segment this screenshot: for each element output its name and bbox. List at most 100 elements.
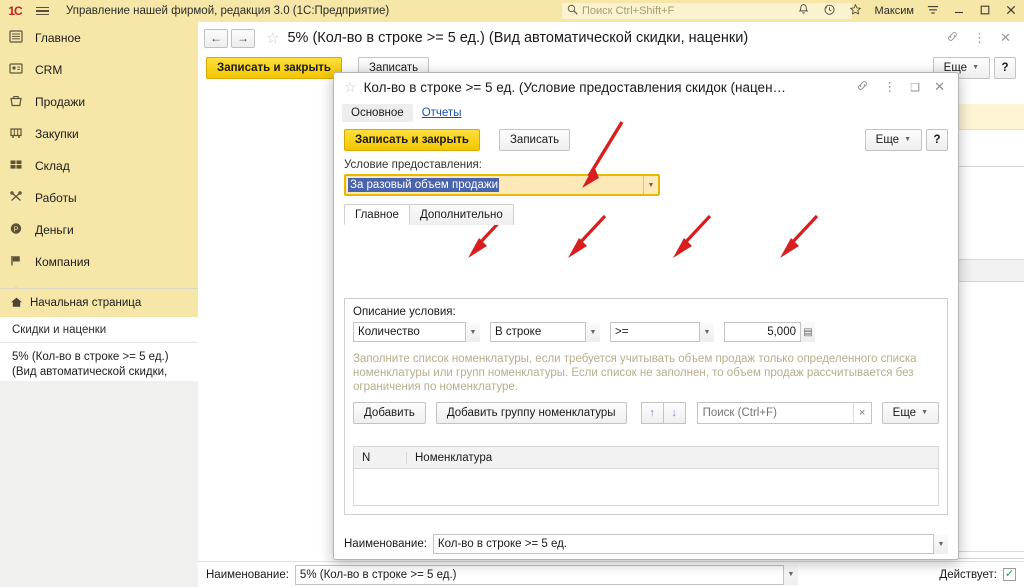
dialog-tabs: Основное Отчеты <box>334 101 958 125</box>
chevron-down-icon[interactable]: ▼ <box>585 322 600 342</box>
calculator-icon[interactable]: ▤ <box>800 322 815 342</box>
home-icon <box>10 296 30 311</box>
app-title: Управление нашей фирмой, редакция 3.0 (1… <box>66 5 390 17</box>
dialog-sub-tabs: Главное Дополнительно <box>344 204 958 225</box>
condition-label: Условие предоставления: <box>344 159 482 171</box>
nomenclature-search-input[interactable]: × <box>696 402 872 424</box>
user-name-label[interactable]: Максим <box>868 5 920 17</box>
nomenclature-search-field[interactable] <box>697 406 853 420</box>
works-tools-icon <box>9 190 35 206</box>
sidebar-item-crm[interactable]: CRM <box>0 54 198 86</box>
document-name-dropdown-icon[interactable]: ▼ <box>782 564 798 585</box>
sidebar-section-label[interactable]: Скидки и наценки <box>0 317 198 343</box>
sidebar: Главное CRM Продажи Закупки Склад Работы… <box>0 22 198 587</box>
chevron-down-icon[interactable]: ▼ <box>643 176 658 194</box>
sidebar-item-home[interactable]: Начальная страница <box>0 289 198 317</box>
sidebar-home-label: Начальная страница <box>30 297 142 309</box>
chevron-down-icon: ▼ <box>972 64 979 71</box>
scope-select[interactable]: В строке ▼ <box>490 322 600 342</box>
dialog-save-button[interactable]: Записать <box>498 129 571 151</box>
sub-tab-main[interactable]: Главное <box>344 204 410 225</box>
active-label: Действует: <box>939 568 997 581</box>
dialog-bottom-bar: Наименование: Кол-во в строке >= 5 ед. ▼ <box>334 529 958 559</box>
warehouse-grid-icon <box>9 158 35 174</box>
nomenclature-move-down-button[interactable]: ↓ <box>662 402 686 424</box>
help-button[interactable]: ? <box>994 57 1016 79</box>
nav-back-button[interactable]: ← <box>204 28 228 48</box>
add-nomenclature-group-button[interactable]: Добавить группу номенклатуры <box>435 402 627 424</box>
sidebar-item-label: Склад <box>35 159 70 173</box>
bell-icon[interactable] <box>790 3 816 19</box>
condition-dialog: ☆ Кол-во в строке >= 5 ед. (Условие пред… <box>333 72 959 560</box>
description-label: Описание условия: <box>353 306 456 318</box>
operator-select[interactable]: >= ▼ <box>610 322 714 342</box>
document-name-input[interactable]: 5% (Кол-во в строке >= 5 ед.) <box>294 564 783 585</box>
minimize-button[interactable] <box>946 4 972 19</box>
nomenclature-move-up-button[interactable]: ↑ <box>640 402 664 424</box>
app-logo-icon[interactable]: 1C <box>0 4 30 18</box>
more-menu-icon[interactable]: ⋮ <box>966 30 993 46</box>
sidebar-item-main[interactable]: Главное <box>0 22 198 54</box>
document-title-bar: ← → ☆ 5% (Кол-во в строке >= 5 ед.) (Вид… <box>198 22 1024 54</box>
dialog-toolbar-right: Еще ▼ ? <box>864 129 948 151</box>
dialog-favorite-star-icon[interactable]: ☆ <box>344 79 357 96</box>
sidebar-item-label: Деньги <box>35 223 74 237</box>
sidebar-item-money[interactable]: Р Деньги <box>0 214 198 246</box>
sidebar-item-label: Работы <box>35 191 77 205</box>
top-bar: 1C Управление нашей фирмой, редакция 3.0… <box>0 0 1024 22</box>
purchases-cart-icon <box>9 126 35 142</box>
favorites-star-icon[interactable] <box>842 3 868 19</box>
condition-select-value: За разовый объем продажи <box>348 178 500 192</box>
column-header-nomenclature: Номенклатура <box>406 451 938 464</box>
add-nomenclature-button[interactable]: Добавить <box>353 402 426 424</box>
nomenclature-more-button[interactable]: Еще ▼ <box>881 402 939 424</box>
maximize-icon[interactable]: ❑ <box>903 81 927 94</box>
nomenclature-hint: Заполните список номенклатуры, если треб… <box>353 353 917 393</box>
sidebar-item-label: Закупки <box>35 127 79 141</box>
active-checkbox[interactable]: ✓ <box>1003 568 1016 581</box>
clear-search-icon[interactable]: × <box>852 403 871 423</box>
sidebar-item-warehouse[interactable]: Склад <box>0 150 198 182</box>
close-icon[interactable]: ✕ <box>993 30 1018 46</box>
maximize-button[interactable] <box>972 4 998 19</box>
menu-lines-icon[interactable] <box>920 4 946 19</box>
value-field[interactable]: 5,000 ▤ <box>724 322 815 342</box>
sidebar-item-works[interactable]: Работы <box>0 182 198 214</box>
dialog-name-dropdown-icon[interactable]: ▼ <box>933 534 948 554</box>
dialog-more-label: Еще <box>875 134 900 146</box>
sidebar-item-company[interactable]: Компания <box>0 246 198 278</box>
dialog-save-and-close-button[interactable]: Записать и закрыть <box>344 129 480 151</box>
nomenclature-grid-body[interactable] <box>354 469 938 505</box>
dialog-name-label: Наименование: <box>344 538 427 550</box>
chevron-down-icon: ▼ <box>904 136 911 143</box>
link-icon[interactable] <box>939 30 966 46</box>
company-flag-icon <box>9 254 35 270</box>
nomenclature-grid[interactable]: N Номенклатура <box>353 446 939 506</box>
dialog-more-button[interactable]: Еще ▼ <box>864 129 922 151</box>
condition-select[interactable]: За разовый объем продажи ▼ <box>344 174 660 196</box>
tab-reports[interactable]: Отчеты <box>413 104 471 122</box>
condition-field-block: Условие предоставления: За разовый объем… <box>334 155 958 196</box>
more-menu-icon[interactable]: ⋮ <box>876 79 903 95</box>
close-button[interactable] <box>998 4 1024 19</box>
dialog-help-button[interactable]: ? <box>926 129 948 151</box>
sidebar-item-purchases[interactable]: Закупки <box>0 118 198 150</box>
main-menu-icon[interactable] <box>30 6 54 16</box>
dialog-name-input[interactable]: Кол-во в строке >= 5 ед. <box>432 534 933 554</box>
chevron-down-icon[interactable]: ▼ <box>699 322 714 342</box>
history-icon[interactable] <box>816 3 842 19</box>
sidebar-item-sales[interactable]: Продажи <box>0 86 198 118</box>
money-coin-icon: Р <box>9 222 35 238</box>
nav-forward-button[interactable]: → <box>231 28 255 48</box>
sub-tab-additional[interactable]: Дополнительно <box>408 204 514 225</box>
close-icon[interactable]: ✕ <box>927 79 952 95</box>
favorite-star-icon[interactable]: ☆ <box>266 29 279 47</box>
quantity-select[interactable]: Количество ▼ <box>353 322 480 342</box>
link-icon[interactable] <box>849 79 876 95</box>
chevron-down-icon[interactable]: ▼ <box>465 322 480 342</box>
save-and-close-button[interactable]: Записать и закрыть <box>206 57 342 79</box>
tab-main[interactable]: Основное <box>342 104 413 122</box>
dialog-title: Кол-во в строке >= 5 ед. (Условие предос… <box>363 79 787 95</box>
page-title: 5% (Кол-во в строке >= 5 ед.) (Вид автом… <box>287 30 749 46</box>
dialog-title-bar: ☆ Кол-во в строке >= 5 ед. (Условие пред… <box>334 73 958 101</box>
